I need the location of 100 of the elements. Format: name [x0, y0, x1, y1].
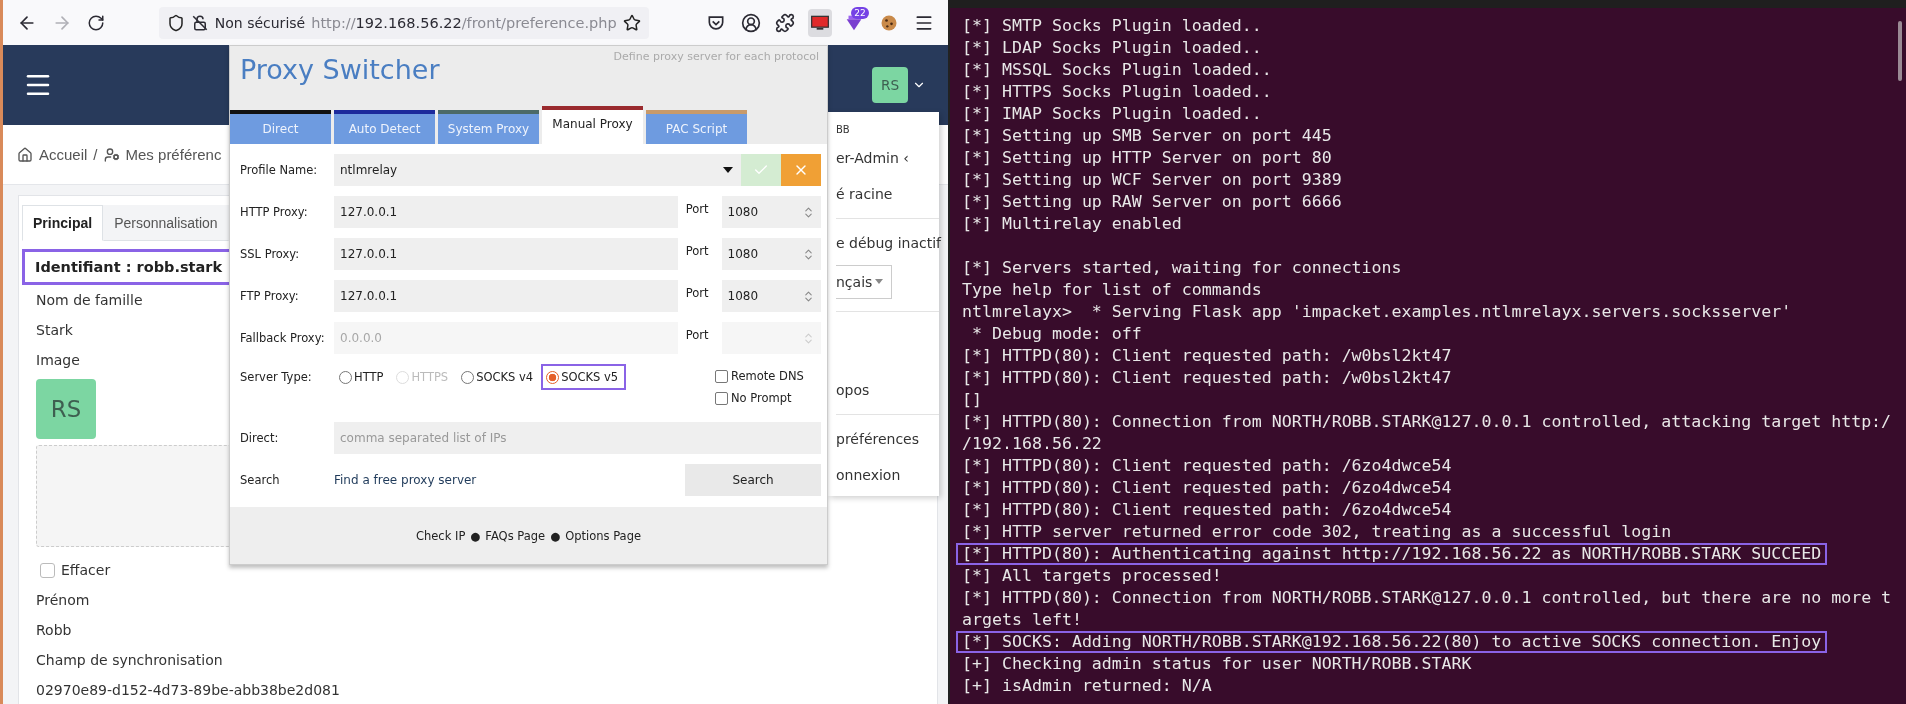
- terminal-line: argets left!: [962, 609, 1082, 631]
- monitor-icon[interactable]: [807, 8, 833, 37]
- url-text: http://192.168.56.22/front/preference.php: [311, 14, 617, 31]
- caret-icon: [875, 279, 884, 285]
- port-label: Port: [685, 285, 710, 300]
- separator-dot: ●: [470, 528, 481, 543]
- breadcrumb-separator: /: [93, 146, 98, 163]
- terminal-line: /192.168.56.22: [962, 433, 1102, 455]
- terminal-line: [*] MSSQL Socks Plugin loaded..: [962, 59, 1272, 81]
- avatar-image: RS: [36, 379, 96, 439]
- server-type-radio[interactable]: SOCKS v5: [541, 364, 627, 390]
- menu-item[interactable]: opos: [836, 372, 939, 408]
- port-field[interactable]: 1080: [721, 238, 821, 270]
- separator-dot: ●: [550, 528, 561, 543]
- port-label: Port: [685, 243, 710, 258]
- footer-link[interactable]: Options Page: [565, 528, 642, 543]
- terminal-line: [*] HTTP server returned error code 302, treating as a successful login: [962, 521, 1672, 543]
- menu-item[interactable]: onnexion: [836, 457, 939, 493]
- port-field[interactable]: [721, 322, 821, 354]
- port-field[interactable]: 1080: [721, 196, 821, 228]
- terminal-line: [*] SMTP Socks Plugin loaded..: [962, 15, 1262, 37]
- server-type-radio[interactable]: SOCKS v4: [456, 364, 542, 390]
- bookmark-star-icon[interactable]: [622, 13, 641, 32]
- terminal-line: [*] Setting up HTTP Server on port 80: [962, 147, 1332, 169]
- terminal-line: [*] HTTPD(80): Connection from NORTH/ROBB.STARK@127.0.0.1 controlled, attacking target http:/: [962, 411, 1892, 433]
- proxy-host-field[interactable]: 127.0.0.1: [334, 196, 678, 228]
- terminal-line: * Debug mode: off: [971, 323, 1142, 345]
- terminal-line: [*] HTTPD(80): Client requested path: /6zo4dwce54: [962, 455, 1452, 477]
- preferences-tab[interactable]: Principal: [22, 205, 104, 241]
- terminal-line: [*] HTTPD(80): Client requested path: /6zo4dwce54: [962, 477, 1452, 499]
- terminal-line: [*] Setting up RAW Server on port 6666: [962, 191, 1342, 213]
- field-label: Direct:: [240, 431, 280, 445]
- terminal-line: ntlmrelayx> * Serving Flask app 'impacket.examples.ntlmrelayx.servers.socksserver': [962, 301, 1792, 323]
- menu-item[interactable]: er-Admin ‹: [836, 140, 939, 176]
- footer-link[interactable]: FAQs Page: [485, 528, 546, 543]
- menu-item[interactable]: é racine: [836, 176, 939, 212]
- profile-select[interactable]: ntlmrelay: [334, 154, 742, 186]
- download-extension-icon[interactable]: 22: [842, 8, 867, 37]
- terminal-line: [*] HTTPD(80): Client requested path: /6zo4dwce54: [962, 499, 1452, 521]
- search-button[interactable]: Search: [685, 464, 821, 496]
- terminal-line: [*] IMAP Socks Plugin loaded..: [962, 103, 1262, 125]
- terminal-line: Type help for list of commands: [962, 279, 1262, 301]
- server-type-radio[interactable]: HTTP: [334, 364, 392, 390]
- field-label: Image: [36, 351, 80, 370]
- terminal-line: [*] Setting up SMB Server on port 445: [962, 125, 1332, 147]
- shield-icon: [166, 13, 185, 32]
- caret-icon: [723, 167, 734, 173]
- menu-caption: BB: [836, 122, 851, 137]
- language-select[interactable]: nçais: [836, 265, 892, 299]
- breadcrumb-link[interactable]: Accueil: [39, 146, 88, 163]
- terminal-line: [*] HTTPD(80): Client requested path: /w0bsl2kt47: [962, 367, 1452, 389]
- field-label: Nom de famille: [36, 291, 143, 310]
- popup-title: Proxy Switcher: [240, 54, 440, 85]
- field-label: Profile Name:: [240, 163, 319, 177]
- field-label: Prénom: [36, 591, 90, 610]
- terminal-line: [*] Multirelay enabled: [962, 213, 1182, 235]
- terminal-line: [+] isAdmin returned: N/A: [962, 675, 1212, 697]
- terminal-line: [*] LDAP Socks Plugin loaded..: [962, 37, 1262, 59]
- field-value: Robb: [36, 621, 72, 640]
- terminal-line: [*] All targets processed!: [962, 565, 1222, 587]
- terminal-line: [+] Checking admin status for user NORTH/ROBB.STARK: [962, 653, 1472, 675]
- terminal-line: []: [962, 389, 982, 411]
- port-field[interactable]: 1080: [721, 280, 821, 312]
- field-value: 02970e89-d152-4d73-89be-abb38be2d081: [36, 681, 340, 700]
- field-label: Server Type:: [240, 369, 313, 384]
- terminal-line: [*] Servers started, waiting for connections: [962, 257, 1402, 279]
- terminal-line: [*] HTTPS Socks Plugin loaded..: [962, 81, 1272, 103]
- terminal-line: [*] HTTPD(80): Client requested path: /w0bsl2kt47: [962, 345, 1452, 367]
- popup-subtitle: Define proxy server for each protocol: [613, 50, 819, 63]
- field-label: SSL Proxy:: [240, 247, 301, 261]
- field-label: Search: [240, 473, 281, 487]
- insecure-lock-icon: [190, 13, 209, 32]
- scrollbar-thumb[interactable]: [1898, 21, 1902, 81]
- proxy-host-field[interactable]: 127.0.0.1: [334, 280, 678, 312]
- user-settings-icon: [103, 146, 120, 163]
- proxy-host-field[interactable]: 127.0.0.1: [334, 238, 678, 270]
- find-proxy-link[interactable]: Find a free proxy server: [334, 473, 685, 487]
- footer-link[interactable]: Check IP: [415, 528, 466, 543]
- count-badge: 22: [851, 6, 869, 19]
- user-avatar[interactable]: RS: [872, 67, 908, 103]
- field-label: Champ de synchronisation: [36, 651, 223, 670]
- security-label: Non sécurisé: [214, 14, 306, 31]
- menu-item[interactable]: préférences: [836, 421, 939, 457]
- field-value: Stark: [36, 321, 73, 340]
- field-label: FTP Proxy:: [240, 289, 300, 303]
- address-bar[interactable]: Non sécurisé http://192.168.56.22/front/preference.php: [158, 6, 649, 39]
- field-label: Fallback Proxy:: [240, 331, 326, 345]
- option-checkbox[interactable]: No Prompt: [715, 387, 821, 409]
- field-label: HTTP Proxy:: [240, 205, 309, 219]
- direct-field[interactable]: comma separated list of IPs: [334, 422, 821, 454]
- preferences-tab[interactable]: Personnalisation: [103, 205, 229, 241]
- option-checkbox[interactable]: Remote DNS: [715, 365, 821, 387]
- home-icon: [17, 146, 33, 163]
- terminal-line: [*] HTTPD(80): Connection from NORTH/ROBB.STARK@127.0.0.1 controlled, but there are no more t: [962, 587, 1892, 609]
- port-label: Port: [685, 327, 710, 342]
- terminal-line: [*] Setting up WCF Server on port 9389: [962, 169, 1342, 191]
- proxy-tab[interactable]: Manual Proxy: [542, 106, 643, 144]
- breadcrumb-current: Mes préférenc: [125, 146, 222, 163]
- clear-checkbox[interactable]: Effacer: [36, 547, 111, 585]
- port-label: Port: [685, 201, 710, 216]
